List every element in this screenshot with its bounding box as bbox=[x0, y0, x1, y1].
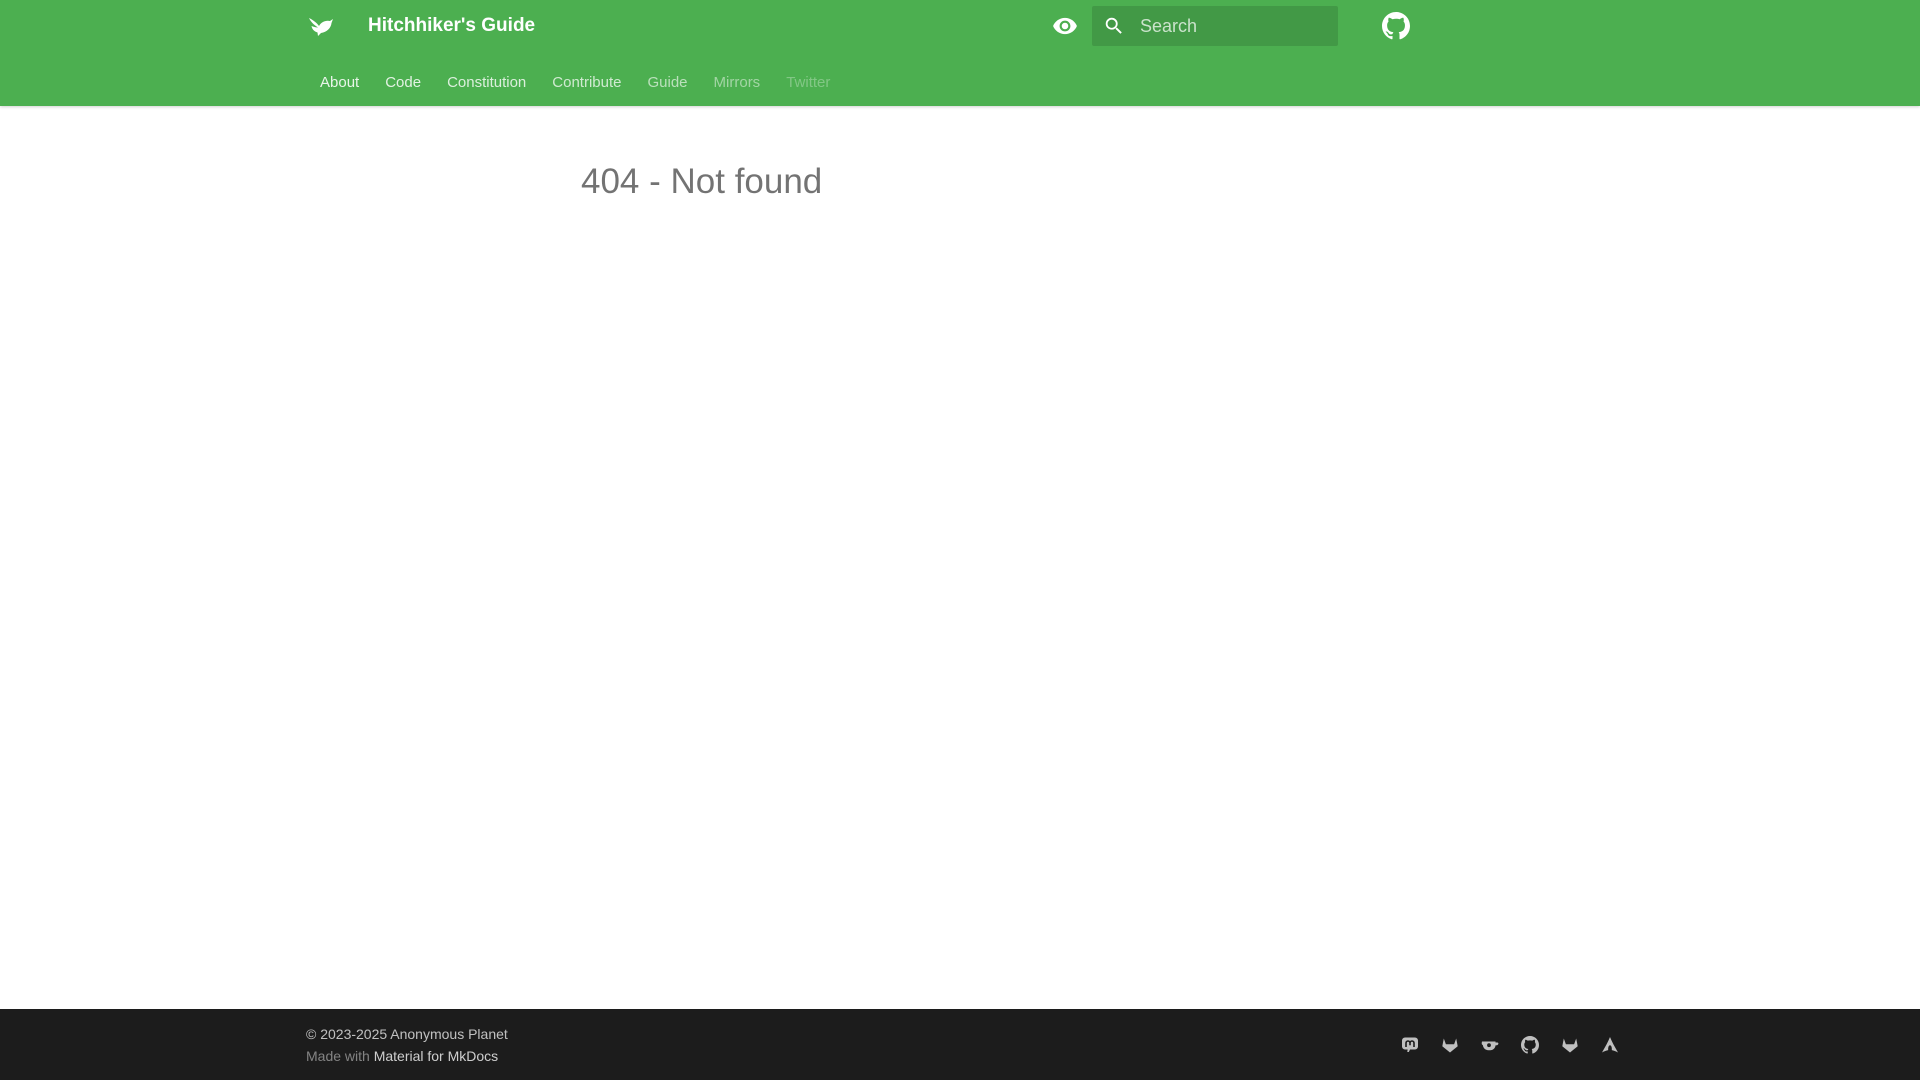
social-link-mastodon[interactable] bbox=[1398, 1033, 1422, 1057]
search-icon bbox=[1105, 17, 1122, 34]
made-with-text: Made with Material for MkDocs bbox=[306, 1046, 498, 1066]
navigation-tabs: About Code Constitution Contribute Guide… bbox=[320, 70, 856, 94]
bird-icon bbox=[309, 18, 333, 36]
copyright-text: © 2023-2025 Anonymous Planet bbox=[306, 1026, 508, 1042]
social-link-gitea[interactable] bbox=[1478, 1033, 1502, 1057]
tab-twitter[interactable]: Twitter bbox=[786, 74, 830, 91]
arch-icon bbox=[1602, 1037, 1618, 1053]
social-link-github[interactable] bbox=[1518, 1033, 1542, 1057]
tab-constitution[interactable]: Constitution bbox=[447, 74, 526, 91]
search-input[interactable] bbox=[1140, 6, 1330, 46]
mastodon-icon bbox=[1402, 1037, 1418, 1052]
tab-guide[interactable]: Guide bbox=[648, 74, 688, 91]
github-icon bbox=[1521, 1036, 1539, 1054]
gitlab-icon bbox=[1442, 1038, 1458, 1053]
eye-icon bbox=[1053, 17, 1077, 35]
tab-about[interactable]: About bbox=[320, 74, 359, 91]
site-logo[interactable] bbox=[306, 11, 336, 41]
page-title: 404 - Not found bbox=[581, 162, 823, 201]
social-link-arch[interactable] bbox=[1598, 1033, 1622, 1057]
site-footer: © 2023-2025 Anonymous Planet Made with M… bbox=[0, 1009, 1920, 1080]
color-palette-toggle[interactable] bbox=[1050, 11, 1080, 41]
material-mkdocs-link[interactable]: Material for MkDocs bbox=[374, 1048, 498, 1064]
site-title[interactable]: Hitchhiker's Guide bbox=[368, 14, 535, 38]
social-link-gitlab-2[interactable] bbox=[1558, 1033, 1582, 1057]
gitlab-icon bbox=[1562, 1038, 1578, 1053]
gitea-icon bbox=[1481, 1041, 1499, 1051]
social-link-gitlab[interactable] bbox=[1438, 1033, 1462, 1057]
tab-contribute[interactable]: Contribute bbox=[552, 74, 621, 91]
site-header: Hitchhiker's Guide About Code Constituti… bbox=[0, 0, 1920, 106]
social-links bbox=[1398, 1033, 1622, 1057]
github-icon bbox=[1382, 12, 1410, 40]
repository-link[interactable] bbox=[1380, 10, 1412, 42]
tab-mirrors[interactable]: Mirrors bbox=[714, 74, 761, 91]
search-box[interactable] bbox=[1092, 6, 1338, 46]
tab-code[interactable]: Code bbox=[385, 74, 421, 91]
made-with-prefix: Made with bbox=[306, 1048, 370, 1064]
